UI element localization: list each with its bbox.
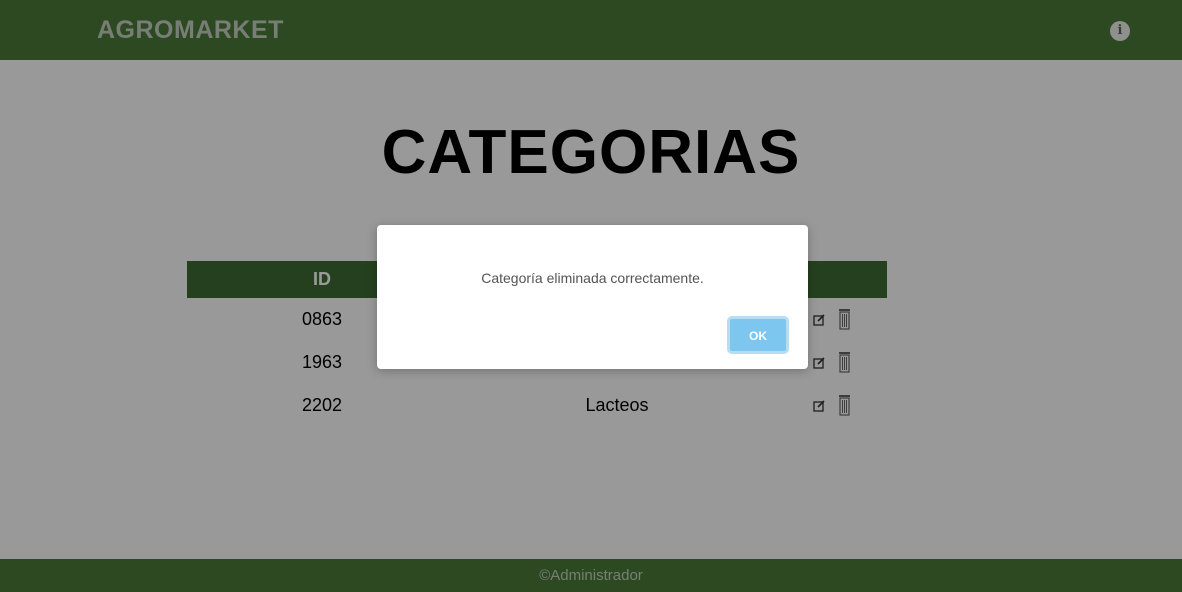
ok-button[interactable]: OK bbox=[727, 316, 789, 354]
dialog-message: Categoría eliminada correctamente. bbox=[481, 270, 704, 286]
alert-dialog: Categoría eliminada correctamente. OK bbox=[377, 225, 808, 369]
